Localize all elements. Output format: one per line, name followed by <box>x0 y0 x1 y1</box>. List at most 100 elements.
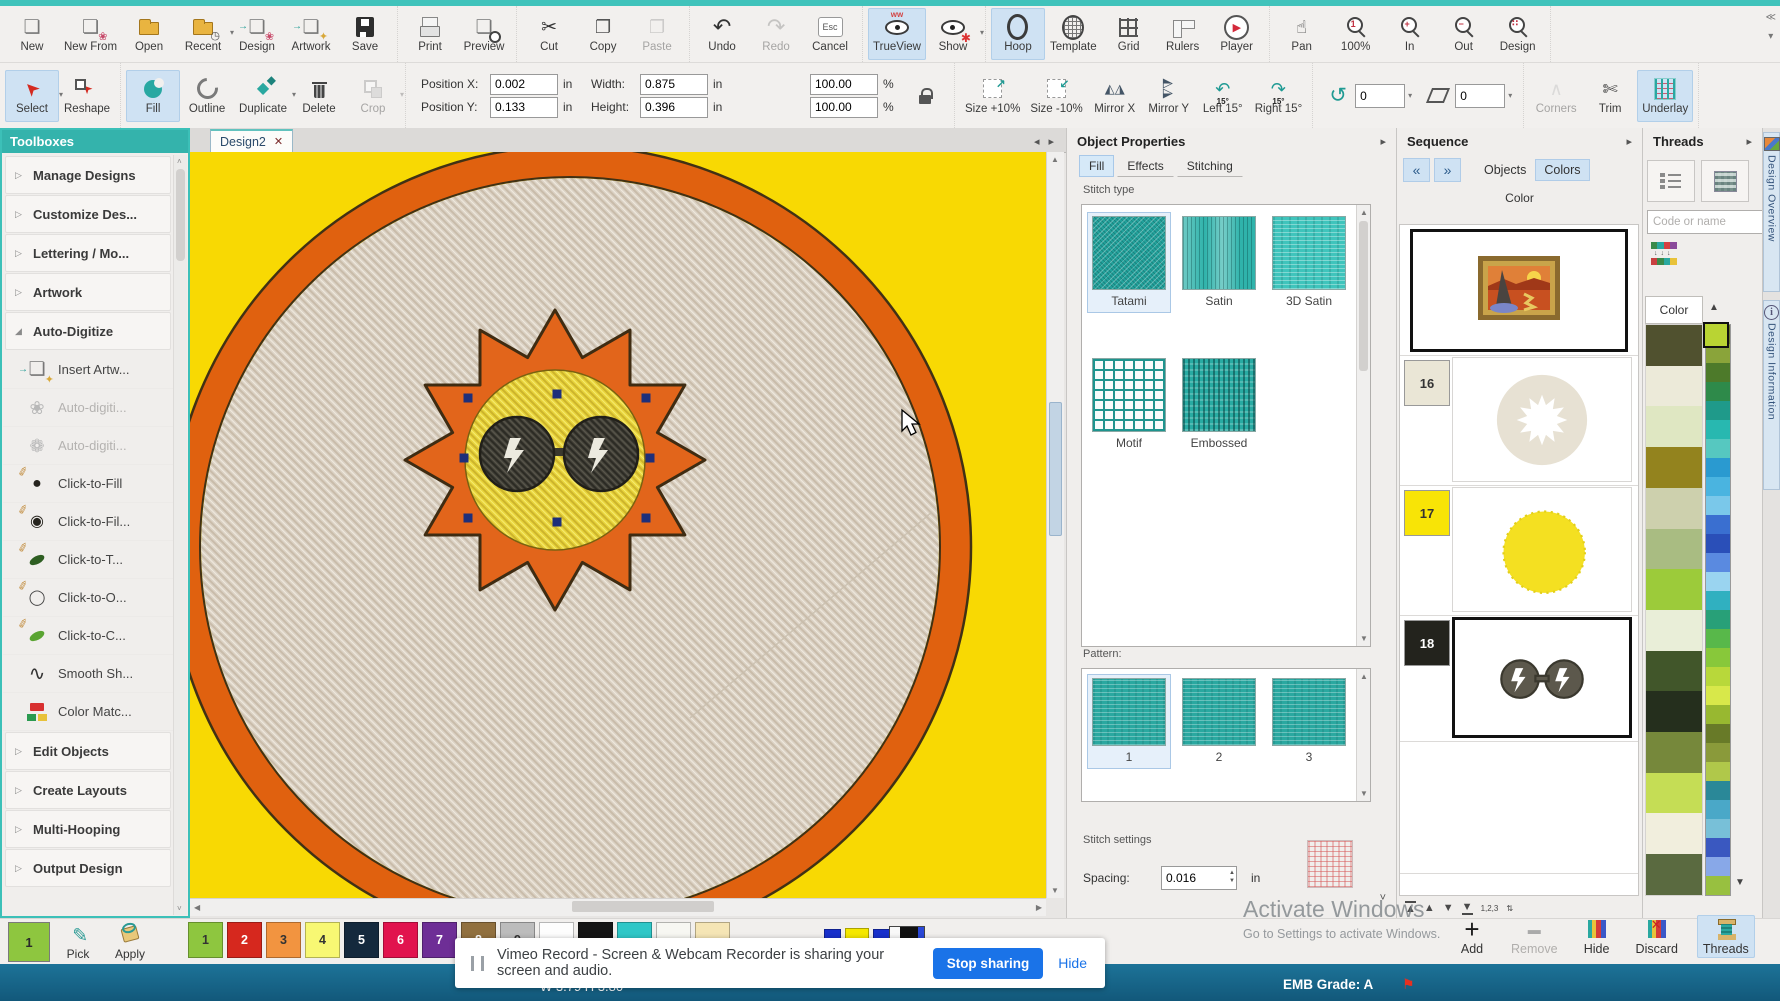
thread-color-row[interactable] <box>1646 366 1702 407</box>
toolbox-section-manage-designs[interactable]: ▷Manage Designs <box>5 156 171 194</box>
tool-click-to-fil[interactable]: ◉✐Click-to-Fil... <box>3 503 173 541</box>
add-button[interactable]: +Add <box>1452 915 1492 958</box>
expand-arrow-icon[interactable]: ▷ <box>15 785 24 796</box>
delete-button[interactable]: Delete <box>292 70 346 122</box>
tool-insert-artw[interactable]: ❏✦→Insert Artw... <box>3 351 173 389</box>
stop-sharing-button[interactable]: Stop sharing <box>933 948 1044 979</box>
sequence-item-18[interactable]: 18 <box>1400 615 1638 742</box>
skew-angle-input[interactable] <box>1455 84 1505 108</box>
collapse-toolbar-icon[interactable]: ≪ <box>1766 12 1776 23</box>
color-chip-17[interactable]: 17 <box>1404 490 1450 536</box>
tab-scroll-right-icon[interactable]: ▸ <box>1048 135 1054 148</box>
sequence-item-16[interactable]: 16 <box>1400 355 1638 486</box>
position-x-input[interactable] <box>490 74 558 95</box>
zoom-100-button[interactable]: 1100% <box>1329 8 1383 60</box>
new-from-button[interactable]: ❏❀New From <box>59 8 122 60</box>
select-arrow-button[interactable]: ➤Select▾ <box>5 70 59 122</box>
dropdown-caret[interactable]: ▾ <box>980 28 984 37</box>
hide-button[interactable]: Hide <box>1577 915 1617 958</box>
dropdown-caret[interactable]: ▾ <box>1408 91 1412 100</box>
pattern-1[interactable]: 1 <box>1088 675 1170 768</box>
expand-arrow-icon[interactable]: ▷ <box>15 170 24 181</box>
panel-menu-icon[interactable]: ▸ <box>1380 135 1386 148</box>
tab-fill[interactable]: Fill <box>1079 155 1114 177</box>
thread-color-row[interactable] <box>1646 732 1702 773</box>
cut-button[interactable]: ✂Cut <box>522 8 576 60</box>
resequence-by-color-icon[interactable]: ⇅ <box>1506 904 1513 913</box>
tool-click-to-o[interactable]: ◯✐Click-to-O... <box>3 579 173 617</box>
panel-menu-icon[interactable]: ▸ <box>1746 135 1752 148</box>
spacing-stepper[interactable]: ▲▼ <box>1229 870 1235 886</box>
pattern-2[interactable]: 2 <box>1178 675 1260 768</box>
scroll-up-icon[interactable]: ▲ <box>1360 672 1368 681</box>
tab-effects[interactable]: Effects <box>1117 155 1173 177</box>
toolbox-section-multi-hooping[interactable]: ▷Multi-Hooping <box>5 810 171 848</box>
color-chip-16[interactable]: 16 <box>1404 360 1450 406</box>
position-y-input[interactable] <box>490 97 558 118</box>
scroll-down-icon[interactable]: ▼ <box>1735 877 1745 888</box>
scroll-right-icon[interactable]: ▶ <box>1036 903 1042 912</box>
canvas-horizontal-scrollbar[interactable]: ◀ ▶ <box>190 898 1046 916</box>
toolbox-section-edit-objects[interactable]: ▷Edit Objects <box>5 732 171 770</box>
rotate-angle-input[interactable] <box>1355 84 1405 108</box>
stitch-type-satin[interactable]: Satin <box>1178 213 1260 312</box>
tool-smooth-sh[interactable]: ∿Smooth Sh... <box>3 655 173 693</box>
outline-button[interactable]: Outline <box>180 70 234 122</box>
move-to-start-icon[interactable]: ▲ <box>1405 901 1416 915</box>
move-up-icon[interactable]: ▲ <box>1424 902 1435 914</box>
pick-color-button[interactable]: ✐Pick <box>56 921 100 961</box>
thread-color-row[interactable] <box>1646 854 1702 895</box>
toolbox-section-artwork[interactable]: ▷Artwork <box>5 273 171 311</box>
tab-stitching[interactable]: Stitching <box>1177 155 1243 177</box>
tool-color-matc[interactable]: Color Matc... <box>3 693 173 731</box>
trim-button[interactable]: ✄Trim <box>1583 70 1637 122</box>
escape-key-button[interactable]: Cancel <box>803 8 857 60</box>
zoom-design-button[interactable]: ∷Design <box>1491 8 1545 60</box>
scroll-down-icon[interactable]: ▼ <box>1360 789 1368 798</box>
palette-swatch-7[interactable]: 7 <box>422 922 457 958</box>
resequence-by-number-icon[interactable]: 1,2,3 <box>1481 904 1499 913</box>
recent-folder-button[interactable]: ◷Recent▾ <box>176 8 230 60</box>
dropdown-caret[interactable]: ▾ <box>400 90 404 99</box>
sidebar-scrollbar[interactable]: ˄ ˅ <box>173 155 187 915</box>
scroll-down-icon[interactable]: ▼ <box>1360 634 1368 643</box>
thread-color-row[interactable] <box>1646 813 1702 854</box>
thread-color-row[interactable] <box>1646 773 1702 814</box>
scroll-left-icon[interactable]: ◀ <box>194 903 200 912</box>
palette-swatch-6[interactable]: 6 <box>383 922 418 958</box>
thread-spectrum-strip[interactable] <box>1705 324 1731 896</box>
rulers-button[interactable]: Rulers <box>1156 8 1210 60</box>
selected-thread-marker[interactable] <box>1703 322 1729 348</box>
print-preview-button[interactable]: ❏Preview <box>457 8 511 60</box>
rotate-left-15-button[interactable]: ↶15°Left 15° <box>1196 70 1250 122</box>
expand-arrow-icon[interactable]: ▷ <box>15 209 24 220</box>
undo-button[interactable]: ↶Undo <box>695 8 749 60</box>
thread-color-row[interactable] <box>1646 691 1702 732</box>
tool-click-to-t[interactable]: ✐Click-to-T... <box>3 541 173 579</box>
discard-button[interactable]: ✕Discard <box>1630 915 1684 958</box>
object-thumbnail[interactable] <box>1452 357 1632 482</box>
scroll-down-icon[interactable]: ˅ <box>177 904 182 913</box>
height-input[interactable] <box>640 97 708 118</box>
reshape-button[interactable]: ➤Reshape <box>59 70 115 122</box>
scroll-up-icon[interactable]: ˄ <box>177 157 182 166</box>
hoop-button[interactable]: Hoop <box>991 8 1045 60</box>
mirror-y-button[interactable]: ◭◮Mirror Y <box>1142 70 1196 122</box>
show-settings-button[interactable]: ✱Show▾ <box>926 8 980 60</box>
hide-notification-button[interactable]: Hide <box>1056 955 1089 971</box>
thread-color-row[interactable] <box>1646 406 1702 447</box>
zoom-out-button[interactable]: −Out <box>1437 8 1491 60</box>
template-button[interactable]: Template <box>1045 8 1102 60</box>
mirror-x-button[interactable]: ◭◮Mirror X <box>1088 70 1142 122</box>
tab-scroll-left-icon[interactable]: ◂ <box>1034 135 1040 148</box>
stitch-type-motif[interactable]: Motif <box>1088 355 1170 454</box>
sequence-item-17[interactable]: 17 <box>1400 485 1638 616</box>
trueview-eye-button[interactable]: wwTrueView <box>868 8 926 60</box>
toolbox-section-create-layouts[interactable]: ▷Create Layouts <box>5 771 171 809</box>
toolbar-overflow[interactable]: ≪▾ <box>1766 12 1776 42</box>
expand-settings-icon[interactable]: ˅ <box>1380 892 1386 904</box>
pattern-scrollbar[interactable]: ▲ ▼ <box>1356 669 1370 801</box>
expand-arrow-icon[interactable]: ▷ <box>15 746 24 757</box>
stitch-type-3d-satin[interactable]: 3D Satin <box>1268 213 1350 312</box>
pattern-3[interactable]: 3 <box>1268 675 1350 768</box>
